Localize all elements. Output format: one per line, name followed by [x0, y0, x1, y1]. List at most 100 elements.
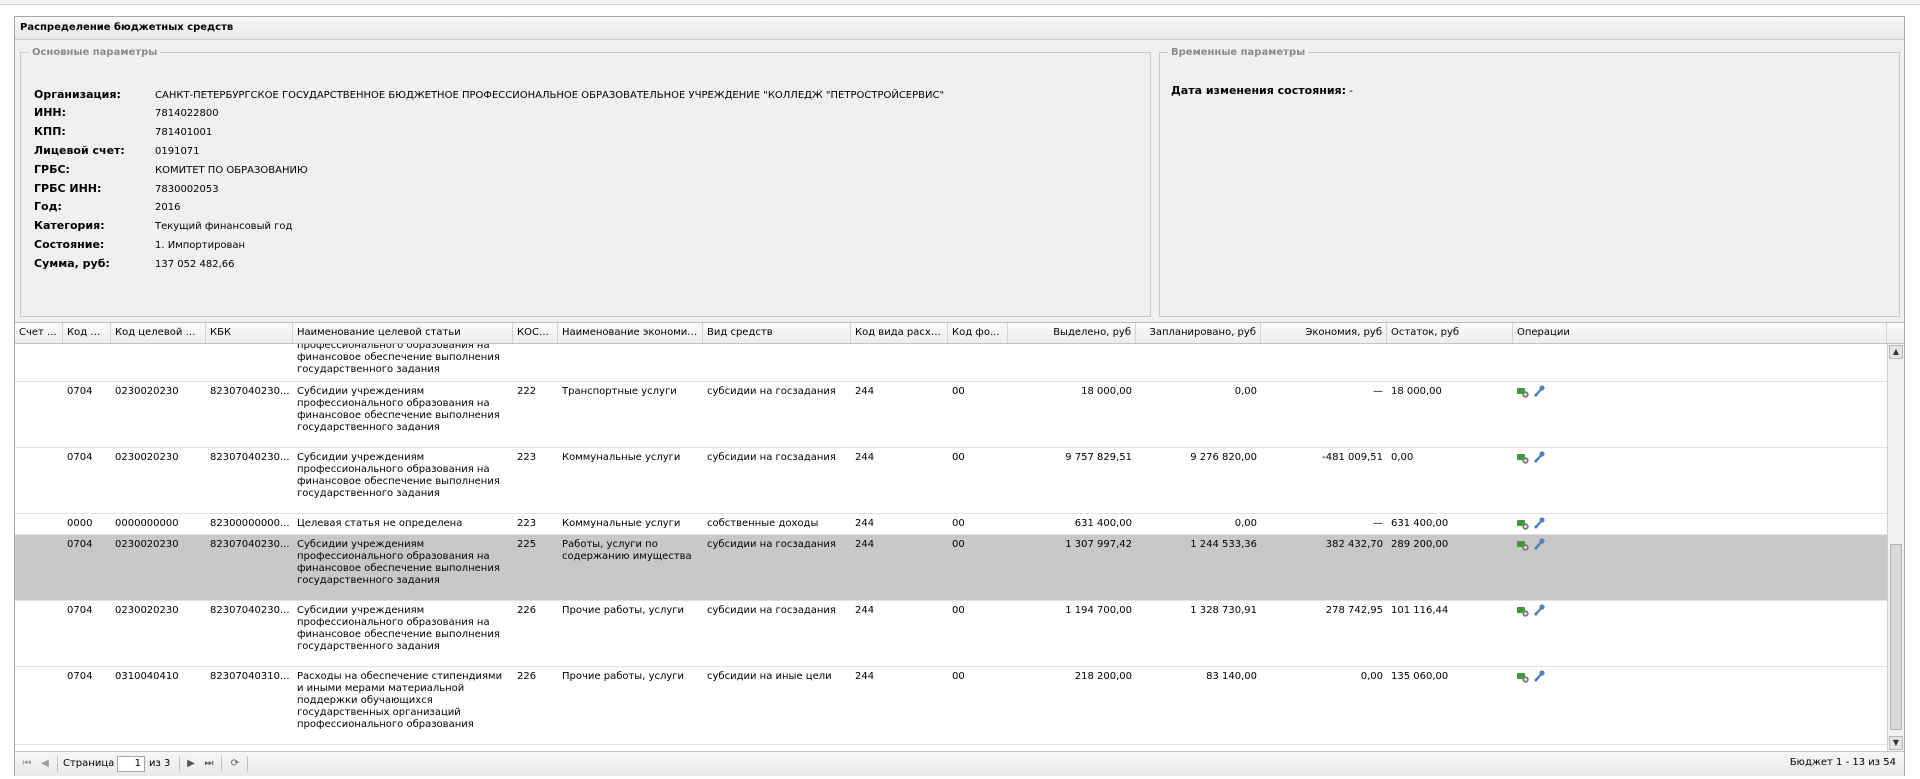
wrench-icon[interactable]: [1533, 604, 1545, 621]
col-kosgu-header[interactable]: КОСГ...: [513, 323, 558, 343]
cell-funds-type: субсидии на госзадания: [707, 605, 836, 616]
param-row: Организация: САНКТ-ПЕТЕРБУРГСКОЕ ГОСУДАРС…: [34, 86, 944, 104]
first-page-icon[interactable]: ⏮: [19, 756, 35, 772]
param-row: Категория: Текущий финансовый год: [34, 217, 292, 235]
cell-planned: 83 140,00: [1206, 671, 1257, 682]
money-gear-icon[interactable]: [1516, 451, 1530, 468]
table-row-partial[interactable]: профессионального образования на финансо…: [15, 344, 1887, 382]
budget-panel: Распределение бюджетных средств Основные…: [14, 16, 1905, 776]
scroll-up-arrow-icon[interactable]: ▲: [1889, 345, 1903, 359]
col-kbk-header[interactable]: КБК: [206, 323, 293, 343]
cell-subsection: 0704: [67, 605, 93, 616]
row-operations: [1516, 604, 1548, 618]
param-label: Организация:: [34, 88, 121, 101]
refresh-icon[interactable]: ⟳: [227, 756, 243, 772]
wrench-icon[interactable]: [1533, 538, 1545, 555]
param-value: 0191071: [155, 146, 200, 157]
cell-savings: —: [1373, 386, 1383, 397]
cell-expense-type: 244: [855, 605, 875, 616]
param-label: ИНН:: [34, 106, 67, 119]
param-value: Текущий финансовый год: [155, 221, 293, 232]
col-planned-header[interactable]: Запланировано, руб: [1136, 323, 1261, 343]
cell-remainder: 18 000,00: [1391, 386, 1442, 397]
param-value: 7830002053: [155, 184, 219, 195]
wrench-icon[interactable]: [1533, 670, 1545, 687]
cell-target-name: Целевая статья не определена: [297, 518, 463, 529]
table-row[interactable]: 0704 0230020230 82307040230... Субсидии учр…: [15, 382, 1887, 448]
param-label: Год:: [34, 200, 62, 213]
money-gear-icon[interactable]: [1516, 538, 1530, 555]
wrench-icon[interactable]: [1533, 385, 1545, 402]
cell-planned: 9 276 820,00: [1190, 452, 1257, 463]
money-gear-icon[interactable]: [1516, 517, 1530, 534]
table-row[interactable]: 0704 0230020230 82307040230... Субсидии учр…: [15, 601, 1887, 667]
param-value: 7814022800: [155, 108, 219, 119]
cell-econ-name: Транспортные услуги: [562, 386, 677, 397]
param-label: Категория:: [34, 219, 105, 232]
col-operations-header[interactable]: Операции: [1513, 323, 1887, 343]
cell-subsection: 0704: [67, 539, 93, 550]
cell-savings: -481 009,51: [1322, 452, 1383, 463]
wrench-icon[interactable]: [1533, 451, 1545, 468]
scroll-down-arrow-icon[interactable]: ▼: [1889, 736, 1903, 750]
col-expense-type-header[interactable]: Код вида расхо...: [851, 323, 948, 343]
param-label: ГРБС ИНН:: [34, 182, 102, 195]
cell-kbk: 82307040230...: [210, 452, 290, 463]
col-account-header[interactable]: Счет ...: [15, 323, 63, 343]
row-operations: [1516, 451, 1548, 465]
grid-header: Счет ...Код под...Код целевой ст...КБКНа…: [15, 323, 1904, 344]
pager-toolbar: ⏮ ◀ Страница 1 из 3 ▶ ⏭ ⟳ Бюджет 1 - 13 …: [15, 751, 1904, 776]
money-gear-icon[interactable]: [1516, 385, 1530, 402]
table-row[interactable]: 0704 0310040410 82307040310... Расходы на о…: [15, 667, 1887, 745]
cell-expense-type: 244: [855, 518, 875, 529]
main-params-fieldset: Основные параметры Организация: САНКТ-ПЕТ…: [20, 47, 1151, 317]
col-allocated-header[interactable]: Выделено, руб: [1008, 323, 1136, 343]
top-strip: [0, 0, 1920, 5]
status-change-date-value: -: [1349, 84, 1354, 97]
grid-body[interactable]: профессионального образования на финансо…: [15, 344, 1887, 751]
pager-info: Бюджет 1 - 13 из 54: [1789, 757, 1896, 768]
col-savings-header[interactable]: Экономия, руб: [1261, 323, 1387, 343]
scroll-thumb[interactable]: [1890, 544, 1902, 730]
cell-funds-type: субсидии на госзадания: [707, 452, 836, 463]
grid-scrollbar[interactable]: ▲ ▼: [1887, 344, 1904, 751]
cell-target-code: 0310040410: [115, 671, 179, 682]
page-number-input[interactable]: 1: [117, 756, 145, 772]
cell-planned: 0,00: [1234, 386, 1257, 397]
col-econ-name-header[interactable]: Наименование экономич...: [558, 323, 703, 343]
row-operations: [1516, 670, 1548, 684]
cell-expense-type: 244: [855, 452, 875, 463]
table-row[interactable]: 0704 0230020230 82307040230... Субсидии учр…: [15, 535, 1887, 601]
param-label: Лицевой счет:: [34, 144, 125, 157]
table-row[interactable]: 0000 0000000000 82300000000... Целевая стат…: [15, 514, 1887, 535]
cell-planned: 1 328 730,91: [1190, 605, 1257, 616]
cell-funds-code: 00: [952, 518, 965, 529]
table-row[interactable]: 0704 0230020230 82307040230... Субсидии учр…: [15, 448, 1887, 514]
cell-planned: 1 244 533,36: [1190, 539, 1257, 550]
col-subsection-header[interactable]: Код под...: [63, 323, 111, 343]
money-gear-icon[interactable]: [1516, 604, 1530, 621]
cell-kosgu: 222: [517, 386, 537, 397]
prev-page-icon[interactable]: ◀: [37, 756, 53, 772]
cell-remainder: 631 400,00: [1391, 518, 1449, 529]
col-remainder-header[interactable]: Остаток, руб: [1387, 323, 1513, 343]
money-gear-icon[interactable]: [1516, 670, 1530, 687]
col-funds-code-header[interactable]: Код фо...: [948, 323, 1008, 343]
next-page-icon[interactable]: ▶: [183, 756, 199, 772]
row-operations: [1516, 538, 1548, 552]
col-target-code-header[interactable]: Код целевой ст...: [111, 323, 206, 343]
wrench-icon[interactable]: [1533, 517, 1545, 534]
cell-econ-name: Коммунальные услуги: [562, 452, 681, 463]
col-target-name-header[interactable]: Наименование целевой статьи: [293, 323, 513, 343]
cell-funds-code: 00: [952, 452, 965, 463]
cell-subsection: 0704: [67, 671, 93, 682]
cell-target-name: Расходы на обеспечение стипендиями и ины…: [297, 671, 503, 730]
cell-target-name: профессионального образования на финансо…: [297, 344, 500, 375]
cell-kbk: 82307040230...: [210, 539, 290, 550]
col-funds-type-header[interactable]: Вид средств: [703, 323, 851, 343]
last-page-icon[interactable]: ⏭: [201, 756, 217, 772]
pager-separator: [221, 756, 222, 772]
param-value: 2016: [155, 202, 181, 213]
cell-subsection: 0704: [67, 386, 93, 397]
param-label: Сумма, руб:: [34, 257, 110, 270]
